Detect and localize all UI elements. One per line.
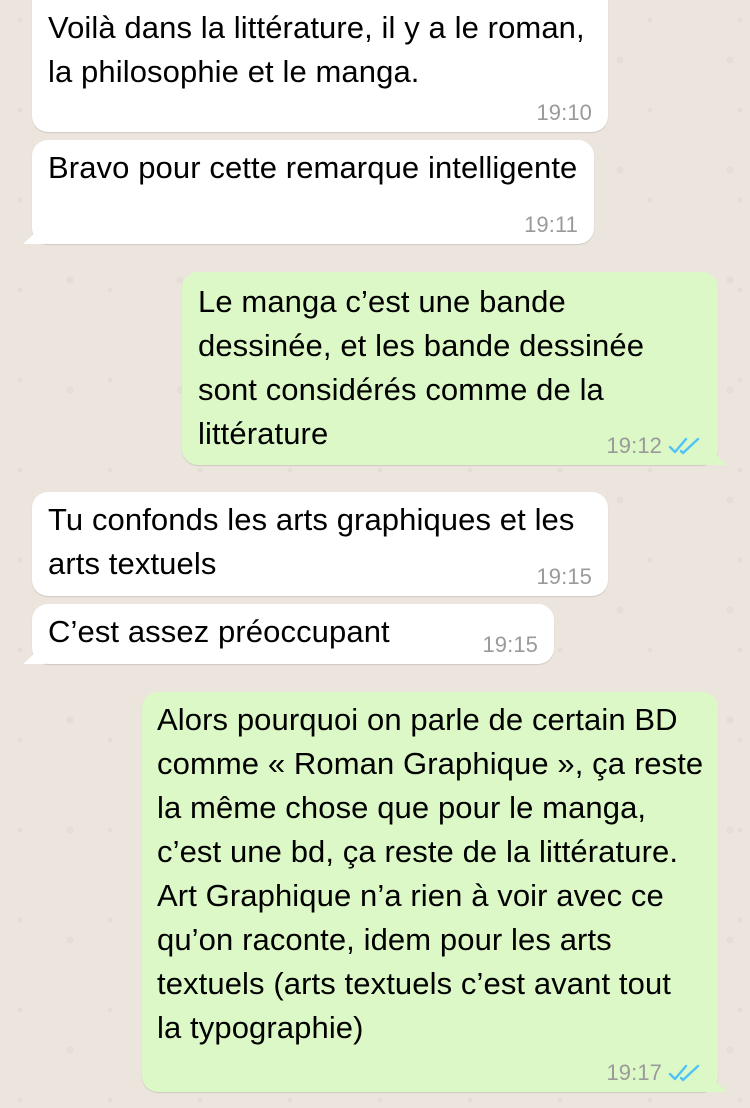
message-meta: 19:15 (536, 562, 592, 592)
message-text: Tu confonds les arts graphiques et les a… (48, 502, 575, 581)
message-meta: 19:12 (606, 431, 702, 461)
message-text: Alors pourquoi on parle de certain BD co… (157, 702, 704, 1045)
message-meta: 19:15 (482, 630, 538, 660)
message-text: Voilà dans la littérature, il y a le rom… (48, 10, 585, 89)
message-meta: 19:17 (606, 1058, 702, 1088)
message-time: 19:17 (606, 1060, 662, 1085)
message-incoming[interactable]: Bravo pour cette remarque intelligente 1… (32, 140, 594, 244)
message-text: Le manga c’est une bande dessinée, et le… (198, 284, 645, 451)
message-meta: 19:10 (536, 98, 592, 128)
message-time: 19:12 (606, 433, 662, 458)
chat-conversation: Voilà dans la littérature, il y a le rom… (0, 0, 750, 1108)
message-incoming[interactable]: Voilà dans la littérature, il y a le rom… (32, 0, 608, 132)
message-outgoing[interactable]: Le manga c’est une bande dessinée, et le… (182, 272, 718, 465)
double-check-icon (668, 437, 700, 455)
message-text: Bravo pour cette remarque intelligente (48, 150, 578, 185)
message-incoming[interactable]: C’est assez préoccupant 19:15 (32, 604, 554, 664)
message-outgoing[interactable]: Alors pourquoi on parle de certain BD co… (142, 692, 718, 1092)
message-time: 19:10 (536, 100, 592, 125)
message-time: 19:15 (536, 564, 592, 589)
message-time: 19:11 (524, 212, 578, 237)
message-incoming[interactable]: Tu confonds les arts graphiques et les a… (32, 492, 608, 596)
double-check-icon (668, 1064, 700, 1082)
message-text: C’est assez préoccupant (48, 614, 390, 649)
message-meta: 19:11 (524, 210, 578, 240)
message-time: 19:15 (482, 632, 538, 657)
